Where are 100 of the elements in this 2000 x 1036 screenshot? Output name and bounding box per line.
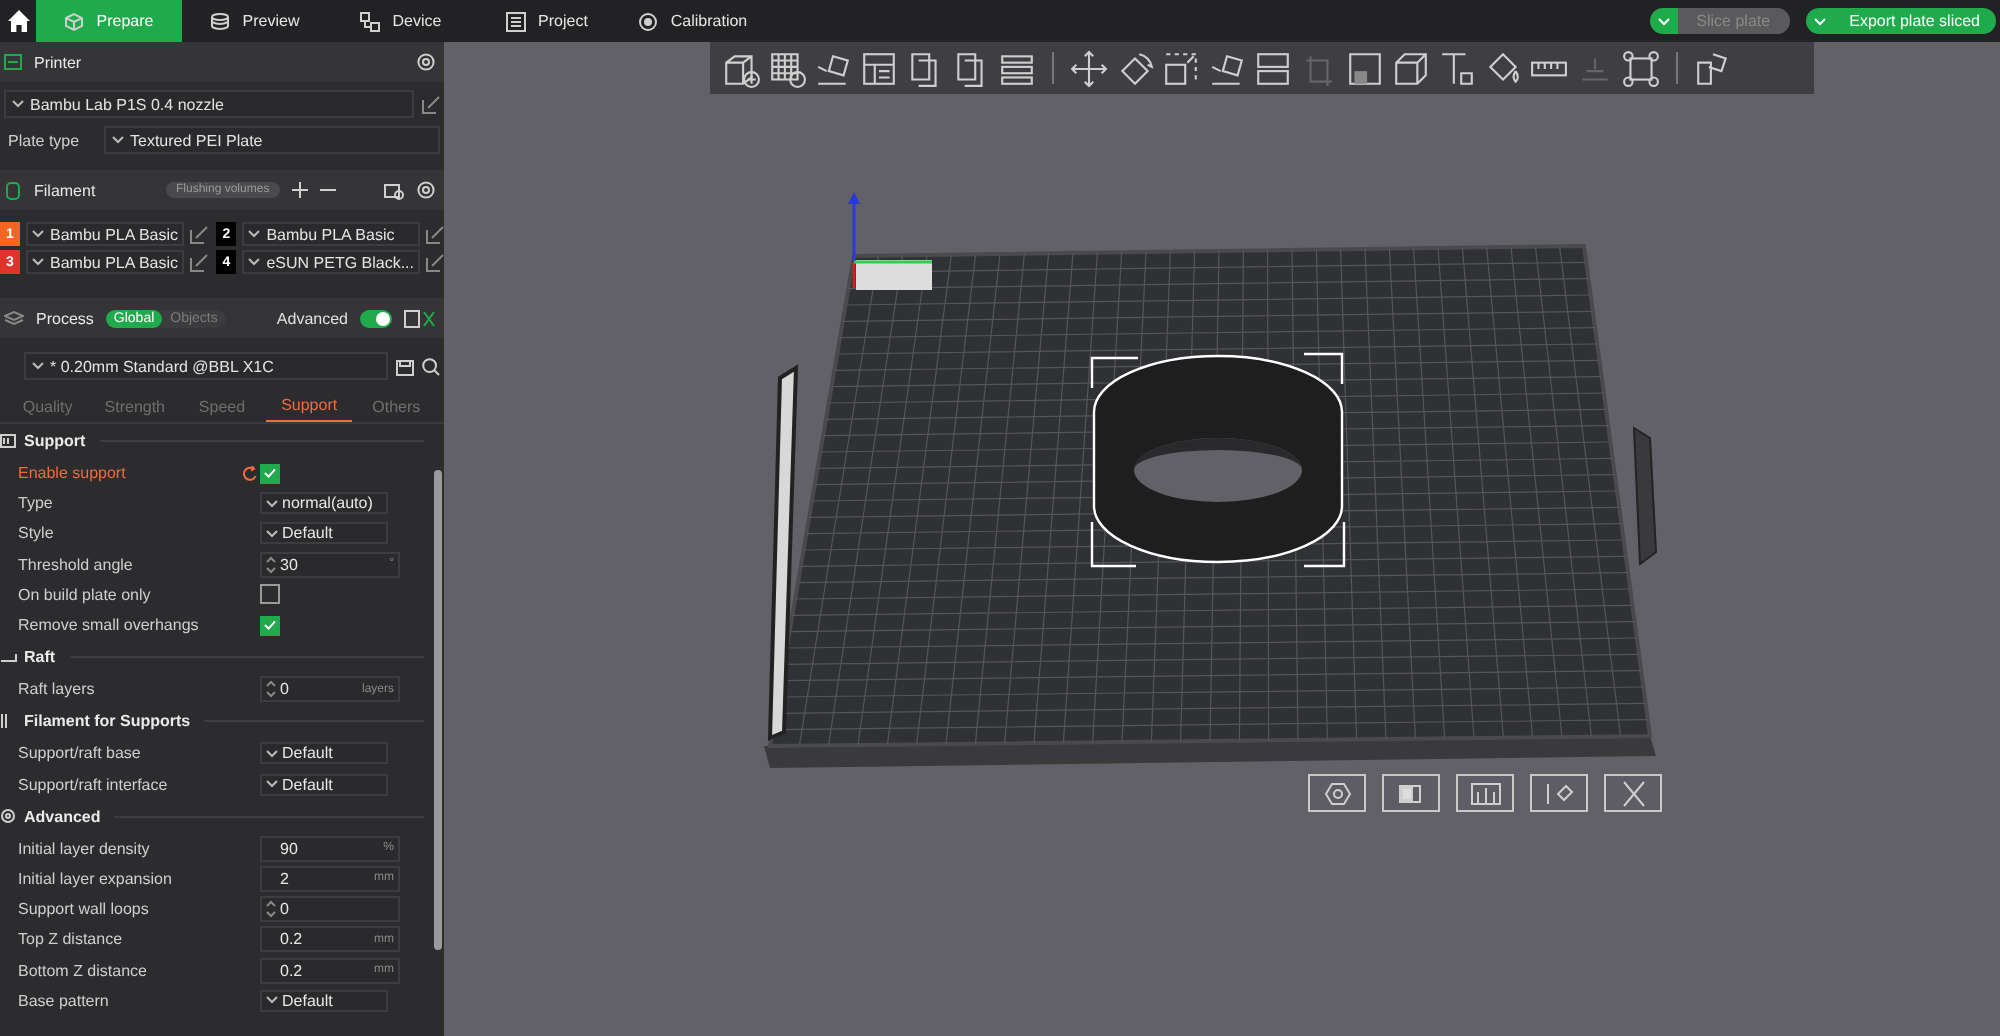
setting-dropdown[interactable]: Default (260, 773, 388, 796)
search-icon[interactable] (422, 357, 440, 375)
layout-icon[interactable] (860, 49, 898, 87)
setting-label: Top Z distance (18, 930, 125, 949)
edit-icon[interactable] (426, 225, 444, 243)
check-icon (264, 468, 276, 479)
group-title: Filament for Supports (24, 712, 191, 731)
spin-arrows-icon[interactable] (266, 680, 276, 699)
edit-icon[interactable] (422, 95, 440, 113)
top-tab[interactable]: Device (328, 0, 474, 42)
hexagon-button[interactable] (1308, 774, 1366, 812)
home-icon[interactable] (7, 10, 29, 32)
section-title: Printer (34, 53, 82, 71)
advanced-toggle[interactable] (360, 309, 392, 327)
toggle-button[interactable] (1382, 774, 1440, 812)
input-value: 0.2 (280, 961, 303, 980)
setting-dropdown[interactable]: Default (260, 742, 388, 765)
setting-label: Base pattern (18, 991, 111, 1010)
top-tab[interactable]: Preview (182, 0, 328, 42)
raft-icon (0, 648, 18, 667)
setting-label: Threshold angle (18, 555, 135, 574)
edit-icon[interactable] (190, 253, 209, 271)
input-value: 0 (280, 900, 289, 919)
setting-dropdown[interactable]: normal(auto) (260, 492, 388, 515)
setting-dropdown[interactable]: Default (260, 989, 388, 1012)
setting-input[interactable]: 0 (260, 896, 400, 923)
setting-dropdown[interactable]: Default (260, 522, 388, 545)
field-label: Plate type (6, 131, 82, 149)
text-tool-icon[interactable] (1438, 49, 1476, 87)
target-icon (638, 11, 659, 31)
close-button[interactable] (1604, 774, 1662, 812)
plate-type-dropdown[interactable]: Textured PEI Plate (104, 126, 440, 154)
setting-label: Support wall loops (18, 900, 151, 919)
move-icon[interactable] (1070, 49, 1108, 87)
edit-icon[interactable] (426, 253, 444, 271)
input-value: 2 (280, 869, 289, 888)
edit-icon[interactable] (190, 225, 209, 243)
filament-dropdown[interactable]: eSUN PETG Black... (242, 250, 420, 274)
rotate-icon[interactable] (1116, 49, 1154, 87)
cube-icon[interactable] (1392, 49, 1430, 87)
reset-icon[interactable] (242, 465, 258, 482)
caret-icon (266, 996, 278, 1005)
advanced-label: Advanced (276, 309, 348, 327)
caret-icon (1813, 17, 1826, 25)
checkbox[interactable] (260, 463, 280, 484)
checkbox[interactable] (260, 584, 280, 605)
setting-label: Enable support (18, 464, 128, 483)
list-icon[interactable] (998, 49, 1036, 87)
setting-label: Type (18, 494, 55, 513)
settings-icon[interactable] (416, 52, 436, 72)
filament-dropdown[interactable]: Bambu PLA Basic (242, 222, 420, 246)
project-icon (506, 11, 527, 31)
caret-icon (266, 780, 278, 789)
hexagon-icon (1319, 779, 1355, 807)
add-grid-icon[interactable] (768, 49, 806, 87)
dropdown-button[interactable] (1805, 8, 1834, 34)
spin-arrows-icon[interactable] (266, 555, 276, 574)
frame-icon[interactable] (1622, 49, 1660, 87)
input-value: 0 (280, 680, 289, 699)
cube-icon (64, 11, 85, 31)
setting-label: Initial layer expansion (18, 869, 174, 888)
input-value: 0.2 (280, 930, 303, 949)
layers-icon (4, 310, 24, 326)
tools-icon (1541, 779, 1577, 807)
dropdown-button[interactable] (1649, 8, 1678, 34)
split-icon[interactable] (1254, 49, 1292, 87)
scale-icon[interactable] (1162, 49, 1200, 87)
setting-label: Support/raft interface (18, 775, 170, 794)
device-icon (360, 11, 381, 31)
save-icon[interactable] (396, 357, 414, 375)
columns-icon (1467, 779, 1503, 807)
spin-arrows-icon[interactable] (266, 900, 276, 919)
printer-dropdown[interactable]: Bambu Lab P1S 0.4 nozzle (4, 90, 414, 118)
puzzle-icon[interactable] (1694, 49, 1732, 87)
section-title: Filament (34, 181, 98, 199)
filament-dropdown[interactable]: Bambu PLA Basic (26, 222, 185, 246)
caret-icon (266, 499, 278, 508)
scrollbar[interactable] (434, 470, 442, 950)
paint-bucket-icon[interactable] (1484, 49, 1522, 87)
group-title: Advanced (24, 807, 101, 826)
columns-button[interactable] (1456, 774, 1514, 812)
setting-label: On build plate only (18, 585, 153, 604)
top-tab[interactable]: Calibration (620, 0, 766, 42)
tools-button[interactable] (1530, 774, 1588, 812)
section-title: Process (36, 309, 94, 327)
caret-icon (32, 230, 44, 238)
caret-icon (248, 258, 261, 266)
add-cube-icon[interactable] (722, 49, 760, 87)
group-title: Raft (24, 648, 56, 667)
top-tab[interactable]: Project (474, 0, 620, 42)
settings-icon[interactable] (416, 180, 436, 200)
process-preset-dropdown[interactable]: * 0.20mm Standard @BBL X1C (24, 352, 388, 380)
settings-tab[interactable]: Support (265, 390, 353, 422)
caret-icon (1657, 17, 1670, 25)
setting-label: Raft layers (18, 680, 97, 699)
filament-dropdown[interactable]: Bambu PLA Basic (26, 250, 185, 274)
caret-icon (32, 258, 44, 266)
group-title: Support (24, 432, 86, 450)
add-icon[interactable] (291, 182, 308, 198)
checkbox[interactable] (260, 615, 280, 636)
